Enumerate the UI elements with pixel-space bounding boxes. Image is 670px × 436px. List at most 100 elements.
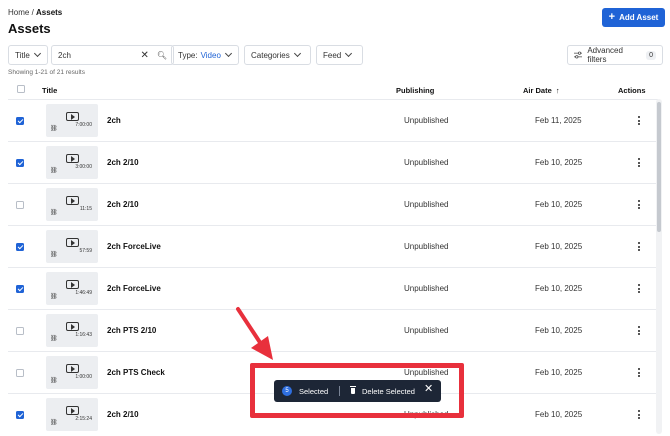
play-icon — [66, 154, 79, 163]
more-actions-icon[interactable] — [636, 157, 642, 169]
more-actions-icon[interactable] — [636, 283, 642, 295]
air-date: Feb 10, 2025 — [535, 326, 583, 335]
duration-label: 3:00:00 — [75, 164, 92, 170]
publishing-status: Unpublished — [404, 158, 449, 167]
video-thumbnail[interactable]: 1:46:49 ⛓ — [46, 272, 98, 305]
sort-arrow-up-icon[interactable]: ↑ — [556, 86, 560, 95]
air-date: Feb 11, 2025 — [535, 116, 582, 125]
play-icon — [66, 322, 79, 331]
add-asset-label: Add Asset — [619, 13, 659, 22]
asset-title[interactable]: 2ch ForceLive — [107, 284, 161, 293]
more-actions-icon[interactable] — [636, 367, 642, 379]
search-input-value: 2ch — [58, 50, 71, 60]
breadcrumb-current: Assets — [36, 8, 63, 17]
duration-label: 11:15 — [79, 206, 92, 212]
search-input[interactable]: 2ch ✕ 🔍︎ — [51, 45, 174, 65]
close-icon[interactable]: ✕ — [424, 384, 433, 395]
column-air-date[interactable]: Air Date ↑ — [523, 86, 560, 95]
table-row[interactable]: 7:00:00 ⛓ 2ch Unpublished Feb 11, 2025 — [8, 99, 658, 141]
column-publishing[interactable]: Publishing — [396, 86, 434, 95]
add-asset-button[interactable]: + Add Asset — [602, 8, 665, 27]
link-icon: ⛓ — [50, 168, 58, 174]
asset-title[interactable]: 2ch PTS Check — [107, 368, 165, 377]
publishing-status: Unpublished — [404, 200, 449, 209]
categories-filter-label: Categories — [251, 50, 290, 60]
trash-icon[interactable] — [350, 386, 356, 394]
asset-title[interactable]: 2ch 2/10 — [107, 158, 139, 167]
link-icon: ⛓ — [50, 294, 58, 300]
video-thumbnail[interactable]: 11:15 ⛓ — [46, 188, 98, 221]
row-checkbox[interactable] — [16, 327, 24, 335]
delete-selected-button[interactable]: Delete Selected — [362, 387, 415, 396]
publishing-status: Unpublished — [404, 326, 449, 335]
play-icon — [66, 280, 79, 289]
type-filter-value: Video — [200, 50, 221, 60]
more-actions-icon[interactable] — [636, 199, 642, 211]
link-icon: ⛓ — [50, 336, 58, 342]
column-actions: Actions — [618, 86, 646, 95]
table-row[interactable]: 11:15 ⛓ 2ch 2/10 Unpublished Feb 10, 202… — [8, 183, 658, 225]
video-thumbnail[interactable]: 3:00:00 ⛓ — [46, 146, 98, 179]
video-thumbnail[interactable]: 7:00:00 ⛓ — [46, 104, 98, 137]
selection-action-bar: 5 Selected Delete Selected ✕ — [274, 380, 441, 402]
type-filter-dropdown[interactable]: Type: Video — [171, 45, 239, 65]
scrollbar-thumb[interactable] — [657, 102, 661, 232]
more-actions-icon[interactable] — [636, 115, 642, 127]
search-icon[interactable]: 🔍︎ — [157, 51, 167, 60]
publishing-status: Unpublished — [404, 284, 449, 293]
breadcrumb-separator: / — [29, 8, 37, 17]
feed-filter-dropdown[interactable]: Feed — [316, 45, 363, 65]
link-icon: ⛓ — [50, 126, 58, 132]
duration-label: 2:15:24 — [75, 416, 92, 422]
more-actions-icon[interactable] — [636, 241, 642, 253]
clear-search-icon[interactable]: ✕ — [140, 50, 148, 61]
asset-title[interactable]: 2ch 2/10 — [107, 200, 139, 209]
row-checkbox[interactable] — [16, 369, 24, 377]
breadcrumb: Home / Assets — [8, 8, 62, 17]
advanced-filters-button[interactable]: Advanced filters 0 — [567, 45, 663, 65]
publishing-status: Unpublished — [404, 242, 449, 251]
table-row[interactable]: 1:16:43 ⛓ 2ch PTS 2/10 Unpublished Feb 1… — [8, 309, 658, 351]
asset-title[interactable]: 2ch 2/10 — [107, 410, 139, 419]
type-filter-label: Type: — [178, 50, 198, 60]
table-row[interactable]: 3:00:00 ⛓ 2ch 2/10 Unpublished Feb 10, 2… — [8, 141, 658, 183]
feed-filter-label: Feed — [323, 50, 342, 60]
air-date: Feb 10, 2025 — [535, 410, 583, 419]
select-all-checkbox[interactable] — [17, 85, 25, 93]
breadcrumb-home[interactable]: Home — [8, 8, 29, 17]
video-thumbnail[interactable]: 57:59 ⛓ — [46, 230, 98, 263]
video-thumbnail[interactable]: 1:16:43 ⛓ — [46, 314, 98, 347]
play-icon — [66, 238, 79, 247]
link-icon: ⛓ — [50, 378, 58, 384]
air-date: Feb 10, 2025 — [535, 284, 583, 293]
video-thumbnail[interactable]: 2:15:24 ⛓ — [46, 398, 98, 431]
link-icon: ⛓ — [50, 420, 58, 426]
categories-filter-dropdown[interactable]: Categories — [244, 45, 311, 65]
row-checkbox[interactable] — [16, 201, 24, 209]
row-checkbox[interactable] — [16, 411, 24, 419]
table-header: Title Publishing Air Date ↑ Actions — [8, 81, 658, 99]
video-thumbnail[interactable]: 1:00:00 ⛓ — [46, 356, 98, 389]
publishing-status: Unpublished — [404, 116, 449, 125]
more-actions-icon[interactable] — [636, 409, 642, 421]
row-checkbox[interactable] — [16, 243, 24, 251]
selected-count-badge: 5 — [282, 386, 292, 396]
air-date: Feb 10, 2025 — [535, 242, 583, 251]
duration-label: 1:46:49 — [75, 290, 92, 296]
plus-icon: + — [608, 11, 616, 23]
asset-title[interactable]: 2ch ForceLive — [107, 242, 161, 251]
more-actions-icon[interactable] — [636, 325, 642, 337]
play-icon — [66, 196, 79, 205]
filter-bar: Title 2ch ✕ 🔍︎ Type: Video Categories Fe… — [8, 45, 665, 65]
row-checkbox[interactable] — [16, 159, 24, 167]
asset-title[interactable]: 2ch PTS 2/10 — [107, 326, 156, 335]
table-scrollbar[interactable] — [656, 99, 662, 434]
asset-title[interactable]: 2ch — [107, 116, 121, 125]
row-checkbox[interactable] — [16, 117, 24, 125]
table-row[interactable]: 57:59 ⛓ 2ch ForceLive Unpublished Feb 10… — [8, 225, 658, 267]
row-checkbox[interactable] — [16, 285, 24, 293]
table-row[interactable]: 1:46:49 ⛓ 2ch ForceLive Unpublished Feb … — [8, 267, 658, 309]
link-icon: ⛓ — [50, 252, 58, 258]
title-filter-dropdown[interactable]: Title — [8, 45, 48, 65]
column-title[interactable]: Title — [42, 86, 57, 95]
